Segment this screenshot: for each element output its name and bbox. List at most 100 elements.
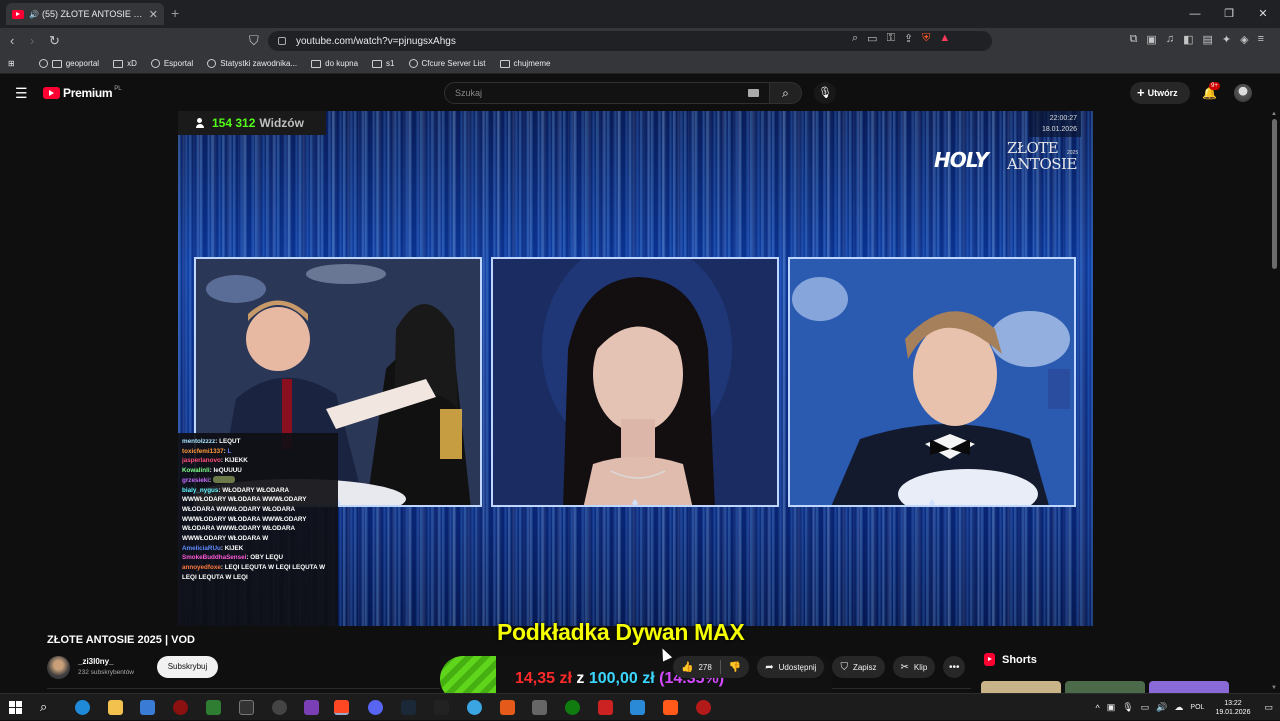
bookmark-s1[interactable]: s1 (372, 59, 394, 68)
bookmark-page-icon[interactable]: ⛉ (249, 33, 259, 49)
windows-start-icon[interactable] (9, 701, 22, 714)
browser-tab-active[interactable]: 🔊 (55) ZŁOTE ANTOSIE 2025 | V ✕ (6, 3, 164, 25)
cast-icon[interactable]: ▭ (867, 32, 877, 45)
dislike-button[interactable]: 👎 (721, 656, 749, 678)
back-icon[interactable]: ‹ (10, 33, 14, 48)
new-tab-button[interactable]: + (171, 5, 179, 21)
share-icon[interactable]: ⇪ (904, 32, 913, 45)
epic-games-icon[interactable] (434, 700, 449, 715)
xbox-icon[interactable] (565, 700, 580, 715)
tray-expand-icon[interactable]: ^ (1096, 703, 1100, 713)
keyboard-icon[interactable] (748, 89, 759, 97)
sidebar-icon[interactable]: ◧ (1183, 33, 1193, 46)
network-icon[interactable]: ▭ (1141, 702, 1150, 713)
short-thumbnail[interactable] (1149, 681, 1229, 693)
voice-search-button[interactable]: 🎙 (814, 82, 836, 104)
chat-text: L (228, 448, 232, 455)
forward-icon[interactable]: › (30, 33, 34, 48)
app-icon[interactable] (140, 700, 155, 715)
brave-shield-icon[interactable]: ⛨ (922, 32, 930, 45)
media-icon[interactable]: ♫ (1166, 33, 1174, 46)
chat-username: mentoIzzzz (182, 438, 215, 445)
bookmark-do-kupna[interactable]: do kupna (311, 59, 358, 68)
taskbar-clock[interactable]: 13:22 19.01.2026 (1215, 699, 1250, 717)
app-icon[interactable] (239, 700, 254, 715)
zoom-icon[interactable]: ⌕ (852, 32, 858, 45)
clip-button[interactable]: ✂Klip (893, 656, 936, 678)
chat-message: grzesieki: (182, 476, 334, 486)
app-icon[interactable] (304, 700, 319, 715)
volume-icon[interactable]: 🔊 (1156, 702, 1167, 713)
app-icon[interactable] (467, 700, 482, 715)
app-icon[interactable] (663, 700, 678, 715)
search-input[interactable]: Szukaj (444, 82, 770, 104)
chat-username: AmeliciaRUu (182, 545, 221, 552)
screenshot-icon[interactable]: ▣ (1146, 33, 1156, 46)
file-explorer-icon[interactable] (108, 700, 123, 715)
like-button[interactable]: 👍278 (673, 656, 720, 678)
close-window-button[interactable]: ✕ (1246, 0, 1280, 28)
extension-icon[interactable]: ⧉ (1130, 33, 1138, 46)
bookmark-statystki[interactable]: Statystki zawodnika... (207, 59, 297, 68)
onedrive-icon[interactable]: ☁ (1174, 702, 1183, 713)
taskbar-search-icon[interactable]: ⌕ (40, 699, 47, 715)
reload-icon[interactable]: ↻ (49, 33, 60, 49)
bookmark-esportal[interactable]: Esportal (151, 59, 193, 68)
search-button[interactable]: ⌕ (770, 82, 802, 104)
leo-icon[interactable]: ✦ (1222, 33, 1231, 46)
scroll-down-icon[interactable]: ▼ (1271, 685, 1277, 691)
folder-icon (311, 60, 321, 68)
chat-text: KIJEKK (225, 457, 248, 464)
vpn-icon[interactable]: ◈ (1240, 33, 1248, 46)
video-player[interactable]: 154 312 Widzów 22:00:27 18.01.2026 HOLY … (178, 111, 1093, 626)
apps-grid-icon[interactable]: ⊞ (8, 59, 15, 68)
tray-app-icon[interactable]: ▣ (1107, 702, 1116, 713)
share-button[interactable]: ➦Udostępnij (757, 656, 824, 678)
short-thumbnail[interactable] (981, 681, 1061, 693)
bookmark-cfcure[interactable]: Cfcure Server List (409, 59, 486, 68)
bookmark-label: do kupna (325, 59, 358, 68)
bookmark-xd[interactable]: xD (113, 59, 137, 68)
save-button[interactable]: ⛉Zapisz (832, 656, 884, 678)
brave-rewards-icon[interactable]: ▲ (939, 32, 950, 45)
app-icon[interactable] (532, 700, 547, 715)
tab-close-icon[interactable]: ✕ (149, 8, 158, 21)
maximize-button[interactable]: ❐ (1212, 0, 1246, 28)
short-thumbnail[interactable] (1065, 681, 1145, 693)
microphone-icon[interactable]: 🎙 (1122, 702, 1133, 713)
password-icon[interactable]: ⚿ (887, 32, 895, 45)
scrollbar-thumb[interactable] (1272, 119, 1277, 269)
app-icon[interactable] (630, 700, 645, 715)
app-icon[interactable] (206, 700, 221, 715)
steam-icon[interactable] (401, 700, 416, 715)
channel-avatar[interactable] (47, 656, 70, 679)
channel-name[interactable]: _zi3l0ny_ (78, 657, 114, 666)
account-avatar[interactable] (1234, 84, 1252, 102)
shorts-shelf-header[interactable]: Shorts (984, 653, 1037, 666)
subscribe-button[interactable]: Subskrybuj (157, 656, 218, 678)
page-scrollbar[interactable]: ▲ ▼ (1271, 111, 1278, 691)
app-icon[interactable] (500, 700, 515, 715)
edge-icon[interactable] (75, 700, 90, 715)
youtube-logo[interactable]: Premium PL (43, 86, 122, 100)
settings-icon[interactable] (272, 700, 287, 715)
bookmark-label: xD (127, 59, 137, 68)
site-info-icon[interactable] (278, 37, 286, 45)
menu-icon[interactable]: ≡ (1258, 33, 1264, 46)
more-actions-button[interactable]: ••• (943, 656, 965, 678)
notification-center-icon[interactable]: ▭ (1264, 702, 1273, 713)
minimize-button[interactable]: — (1178, 0, 1212, 28)
brave-browser-icon[interactable] (334, 700, 349, 715)
guide-menu-icon[interactable]: ☰ (15, 85, 28, 102)
notifications-button[interactable]: 🔔9+ (1202, 86, 1217, 100)
app-icon[interactable] (598, 700, 613, 715)
wallet-icon[interactable]: ▤ (1202, 33, 1212, 46)
discord-icon[interactable] (368, 700, 383, 715)
bookmark-geoportal[interactable]: geoportal (39, 59, 99, 68)
scroll-up-icon[interactable]: ▲ (1271, 111, 1277, 117)
app-icon[interactable] (173, 700, 188, 715)
bookmark-chujmeme[interactable]: chujmeme (500, 59, 551, 68)
create-button[interactable]: +Utwórz (1130, 82, 1190, 104)
app-icon[interactable] (696, 700, 711, 715)
language-indicator[interactable]: POL (1190, 704, 1204, 711)
